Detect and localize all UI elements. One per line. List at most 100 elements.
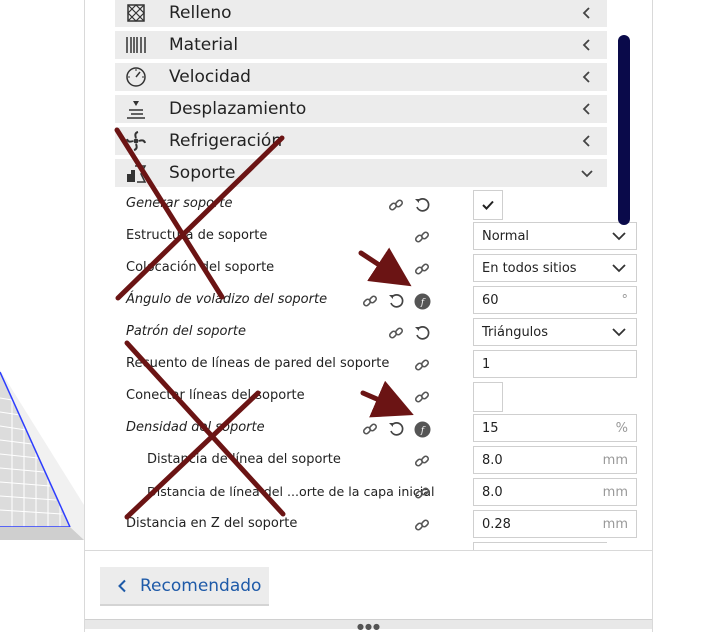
distancia-z-input[interactable]: 0.28 mm [473,510,637,538]
function-fx-icon[interactable]: f [413,292,431,310]
setting-label: Ángulo de voladizo del soporte [126,292,328,307]
chevron-left-icon [567,95,607,123]
setting-estructura-soporte: Estructura de soporte Normal [115,221,637,251]
category-desplazamiento[interactable]: Desplazamiento [115,95,607,123]
category-label: Material [169,35,239,55]
conectar-lineas-checkbox[interactable] [473,382,503,412]
link-icon[interactable] [361,292,379,310]
link-icon[interactable] [413,388,431,406]
settings-scrollbar[interactable] [618,35,630,225]
category-label: Refrigeración [169,131,283,151]
chevron-left-icon [567,63,607,91]
link-icon[interactable] [413,260,431,278]
setting-row-partial [115,541,607,550]
input-value: 15 [482,421,499,436]
panel-footer: Recomendado ●●● [85,550,652,632]
recommended-label: Recomendado [140,575,262,596]
link-icon[interactable] [387,324,405,342]
material-icon [121,31,151,59]
setting-label: Colocación del soporte [126,260,275,275]
setting-recuento-lineas-pared: Recuento de líneas de pared del soporte … [115,349,637,379]
setting-patron-soporte: Patrón del soporte Triángulos [115,317,637,347]
chevron-left-icon [567,127,607,155]
category-label: Velocidad [169,67,251,87]
function-fx-icon[interactable]: f [413,420,431,438]
category-label: Desplazamiento [169,99,307,119]
colocacion-soporte-dropdown[interactable]: En todos sitios [473,254,637,282]
chevron-down-icon [612,232,626,241]
reset-icon[interactable] [387,420,405,438]
setting-generar-soporte: Generar soporte [115,189,607,220]
input-value: 60 [482,293,499,308]
setting-label: Recuento de líneas de pared del soporte [126,356,390,371]
unit-label: mm [602,453,628,468]
dropdown-value: Normal [482,229,530,244]
resize-handle[interactable]: ●●● [85,619,652,631]
fan-icon [121,127,151,155]
setting-colocacion-soporte: Colocación del soporte En todos sitios [115,253,637,283]
speed-gauge-icon [121,63,151,91]
category-label: Relleno [169,3,232,23]
support-icon [121,159,151,187]
infill-icon [121,0,151,27]
link-icon[interactable] [413,452,431,470]
category-material[interactable]: Material [115,31,607,59]
partial-field[interactable] [473,542,607,550]
setting-conectar-lineas: Conectar líneas del soporte [115,381,607,412]
print-settings-panel: Relleno Material Velocidad Desplazamient… [84,0,653,632]
chevron-down-icon [612,328,626,337]
chevron-left-icon [567,31,607,59]
recuento-lineas-input[interactable]: 1 [473,350,637,378]
cura-settings-screen: Relleno Material Velocidad Desplazamient… [0,0,708,632]
setting-distancia-linea-capa-inicial: Distancia de línea del ...orte de la cap… [115,477,637,507]
setting-distancia-linea: Distancia de línea del soporte 8.0 mm [115,445,637,475]
recommended-mode-button[interactable]: Recomendado [100,567,269,606]
setting-distancia-z: Distancia en Z del soporte 0.28 mm [115,509,637,539]
angulo-voladizo-input[interactable]: 60 ° [473,286,637,314]
unit-label: ° [621,293,629,308]
3d-viewport[interactable] [0,0,84,632]
setting-label: Conectar líneas del soporte [126,388,305,403]
setting-label: Densidad del soporte [126,420,265,435]
link-icon[interactable] [413,516,431,534]
category-relleno[interactable]: Relleno [115,0,607,27]
unit-label: mm [602,517,628,532]
setting-label: Distancia en Z del soporte [126,516,298,531]
setting-label: Patrón del soporte [126,324,246,339]
link-icon[interactable] [387,196,405,214]
reset-icon[interactable] [413,196,431,214]
link-icon[interactable] [413,356,431,374]
patron-soporte-dropdown[interactable]: Triángulos [473,318,637,346]
category-velocidad[interactable]: Velocidad [115,63,607,91]
setting-label: Estructura de soporte [126,228,268,243]
dropdown-value: En todos sitios [482,261,577,276]
estructura-soporte-dropdown[interactable]: Normal [473,222,637,250]
unit-label: % [615,421,628,436]
chevron-left-icon [567,0,607,27]
category-soporte[interactable]: Soporte [115,159,607,187]
dropdown-value: Triángulos [482,325,549,340]
unit-label: mm [602,485,628,500]
setting-angulo-voladizo: Ángulo de voladizo del soporte f 60 ° [115,285,637,315]
input-value: 1 [482,357,491,372]
link-icon[interactable] [361,420,379,438]
setting-label: Generar soporte [126,196,233,211]
generar-soporte-checkbox[interactable] [473,190,503,220]
input-value: 8.0 [482,453,503,468]
build-plate-graphic [0,370,84,540]
chevron-down-icon [612,264,626,273]
distancia-linea-capa-inicial-input[interactable]: 8.0 mm [473,478,637,506]
category-label: Soporte [169,163,236,183]
input-value: 0.28 [482,517,511,532]
category-refrigeracion[interactable]: Refrigeración [115,127,607,155]
reset-icon[interactable] [413,324,431,342]
reset-icon[interactable] [387,292,405,310]
link-icon[interactable] [413,228,431,246]
link-icon[interactable] [413,484,431,502]
setting-label: Distancia de línea del soporte [147,452,341,467]
setting-label: Distancia de línea del ...orte de la cap… [147,484,435,499]
input-value: 8.0 [482,485,503,500]
chevron-left-icon [118,579,126,592]
densidad-soporte-input[interactable]: 15 % [473,414,637,442]
distancia-linea-input[interactable]: 8.0 mm [473,446,637,474]
